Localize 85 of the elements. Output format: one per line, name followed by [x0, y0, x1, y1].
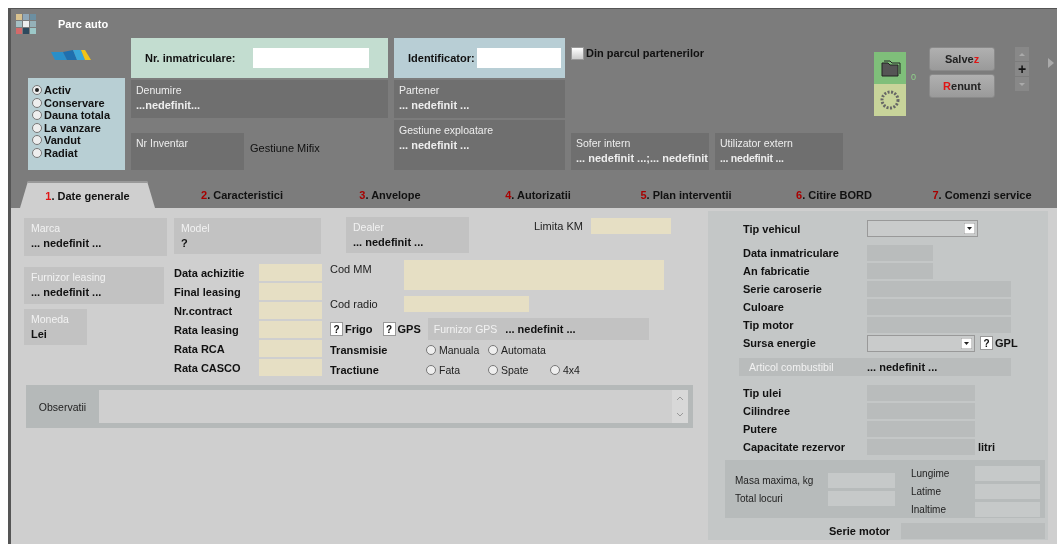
field-label: Tractiune: [330, 364, 380, 376]
status-radio[interactable]: Radiat: [32, 146, 78, 159]
field-label: Tip vehicul: [743, 222, 802, 235]
radio-option[interactable]: Manuala: [426, 344, 488, 356]
right-arrow-icon[interactable]: [1048, 58, 1054, 68]
tab[interactable]: 3. Anvelope: [316, 181, 464, 208]
field-label: Cilindree: [743, 405, 792, 417]
tab[interactable]: 4. Autorizatii: [464, 181, 612, 208]
identifier-field[interactable]: [476, 48, 561, 68]
checkbox[interactable]: [571, 47, 584, 60]
field-label: An fabricatie: [743, 265, 811, 277]
field-label: Rata CASCO: [174, 361, 242, 374]
info-box[interactable]: Sofer intern ... nedefinit ...;... nedefinit: [571, 133, 709, 170]
status-radio[interactable]: Dauna totala: [32, 109, 110, 122]
field-label: Serie motor: [829, 525, 892, 537]
checkbox-label: GPL: [995, 337, 1018, 349]
unit-label: litri: [978, 441, 996, 453]
field-label: Cod MM: [330, 262, 373, 275]
energy-source-dropdown[interactable]: [867, 334, 975, 352]
field-label: Putere: [743, 423, 779, 435]
field-label: Latime: [911, 485, 942, 497]
notes-field[interactable]: [99, 390, 688, 423]
dropdown-arrow-icon: [964, 223, 975, 234]
app-icon: [16, 13, 36, 34]
field-label: Inaltime: [911, 503, 947, 515]
tab[interactable]: 1. Date generale: [20, 181, 155, 208]
inventory-box[interactable]: Nr Inventar: [131, 133, 244, 170]
field-label: Transmisie: [330, 344, 389, 356]
field-label: Data inmatriculare: [743, 247, 840, 259]
radio-option[interactable]: Spate: [488, 364, 550, 376]
field-label: Tip motor: [743, 319, 795, 331]
info-box[interactable]: Utilizator extern ... nedefinit ...: [715, 133, 843, 170]
checkbox-label: GPS: [397, 323, 421, 335]
add-button[interactable]: +: [1015, 62, 1029, 76]
scroll-up-icon[interactable]: [676, 395, 684, 402]
field-label: Capacitate rezervor: [743, 441, 847, 453]
logo-icon: [50, 50, 91, 60]
checkbox[interactable]: ?: [382, 322, 396, 336]
management-label: Gestiune Mifix: [250, 142, 320, 154]
field-label: Rata RCA: [174, 342, 226, 355]
registration-field[interactable]: [253, 48, 370, 68]
field-label: Limita KM: [534, 220, 583, 232]
field-label: Culoare: [743, 301, 785, 313]
field-label: Final leasing: [174, 285, 242, 298]
status-radio[interactable]: Vandut: [32, 134, 81, 147]
field-label: Serie caroserie: [743, 283, 823, 295]
field-label: Total locuri: [735, 492, 784, 504]
tab[interactable]: 6. Citire BORD: [760, 181, 908, 208]
field-label: Nr. inmatriculare:: [145, 52, 236, 64]
status-radio[interactable]: Conservare: [32, 96, 105, 109]
save-button[interactable]: Salvez: [929, 47, 995, 71]
info-box[interactable]: Denumire ...nedefinit...: [131, 80, 388, 118]
field-label: Tip ulei: [743, 387, 783, 399]
field-label: Sursa energie: [743, 337, 817, 349]
radio-option[interactable]: Fata: [426, 364, 488, 376]
tab[interactable]: 7. Comenzi service: [908, 181, 1056, 208]
info-box[interactable]: Partener ... nedefinit ...: [394, 80, 565, 118]
radio-option[interactable]: Automata: [488, 344, 550, 356]
tab[interactable]: 5. Plan interventii: [612, 181, 760, 208]
field-label: Identificator:: [408, 52, 475, 64]
field-label: Masa maxima, kg: [735, 474, 815, 486]
status-radio[interactable]: Activ: [32, 84, 71, 97]
tab[interactable]: 2. Caracteristici: [168, 181, 316, 208]
cancel-button[interactable]: Renunt: [929, 74, 995, 98]
field-label: Observatii: [37, 400, 88, 413]
field-label: Data achizitie: [174, 266, 246, 279]
checkbox-label: Din parcul partenerilor: [586, 47, 704, 59]
checkbox[interactable]: ?: [980, 336, 993, 350]
dotted-ring-icon[interactable]: [874, 84, 906, 116]
vehicle-type-dropdown[interactable]: [867, 220, 978, 237]
attachment-count: 0: [911, 72, 916, 82]
checkbox[interactable]: ?: [330, 322, 343, 336]
checkbox-label: Frigo: [345, 323, 373, 335]
field-label: Rata leasing: [174, 323, 240, 336]
folder-icon[interactable]: [874, 52, 906, 84]
scroll-down-icon[interactable]: [676, 411, 684, 418]
dropdown-arrow-icon: [961, 337, 972, 349]
field-label: Cod radio: [330, 298, 379, 310]
fuel-item-box[interactable]: Articol combustibil ... nedefinit ...: [739, 358, 1011, 376]
field-label: Nr.contract: [174, 304, 234, 317]
window-title: Parc auto: [58, 17, 109, 30]
field-label: Lungime: [911, 467, 951, 479]
status-radio[interactable]: La vanzare: [32, 121, 101, 134]
radio-option[interactable]: 4x4: [550, 364, 612, 376]
info-box[interactable]: Gestiune exploatare ... nedefinit ...: [394, 120, 565, 170]
